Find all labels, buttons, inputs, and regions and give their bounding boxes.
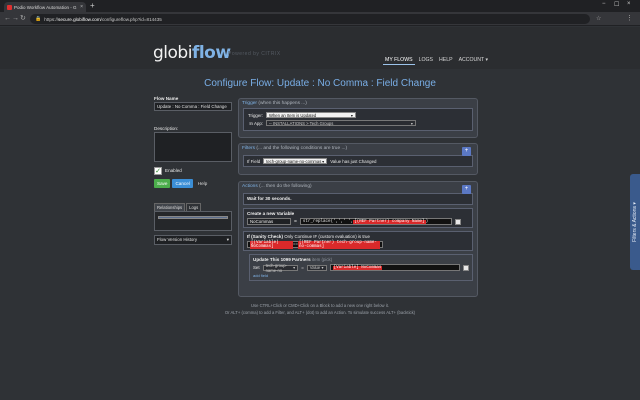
equals-sign: = (294, 218, 297, 225)
filters-heading: Filters (... and the following condition… (242, 146, 348, 151)
enabled-row: ✓ Enabled (154, 167, 234, 175)
filter-row: If Field tech-group-name-no-commas ▾ Valu… (243, 155, 473, 167)
forward-icon[interactable]: → (12, 15, 19, 23)
window-close-icon[interactable]: × (627, 1, 631, 7)
token-picker-icon[interactable] (463, 264, 469, 271)
logo-subtitle: Powered by CITRIX (228, 51, 281, 57)
add-action-button[interactable]: + (462, 185, 471, 194)
tab-title: Podio Workflow Automation - G (14, 4, 77, 10)
lock-icon: 🔒 (35, 16, 42, 22)
top-nav: MY FLOWS LOGS HELP ACCOUNT ▾ (383, 56, 490, 65)
update-item-title: Update This 1099 Partners item (pick) (253, 257, 333, 262)
trigger-row: Trigger: When an Item is Updated ▾ In App… (243, 108, 473, 131)
button-row: Save Cancel Help (154, 179, 234, 188)
variable-name-input[interactable]: NoCommas (247, 218, 291, 225)
add-field-link[interactable]: add field (253, 273, 469, 278)
equals-sign: = (301, 265, 304, 270)
set-label: Set (253, 265, 260, 270)
tab-logs[interactable]: Logs (186, 203, 202, 211)
in-app-select[interactable]: -- INSTALLATIONS > Tech Groups ▾ (266, 120, 416, 126)
chevron-down-icon: ▾ (322, 158, 325, 164)
url-text: https://secure.globiflow.com/configurefl… (44, 16, 162, 22)
variable-expression-input[interactable]: str_replace(',',' ', [(REF Partner) compa… (299, 218, 452, 225)
address-bar[interactable]: 🔒 https://secure.globiflow.com/configure… (30, 14, 590, 24)
chevron-down-icon: ▾ (350, 112, 353, 118)
nocommas-token: [Variable] NoCommas (332, 265, 383, 270)
trigger-select[interactable]: When an Item is Updated ▾ (266, 112, 356, 118)
chevron-down-icon: ▾ (293, 265, 296, 270)
flow-settings-column: Flow Name Update : No Comma : Field Chan… (154, 96, 234, 245)
sanity-check-action[interactable]: If (Sanity Check) Only Continue IF (cust… (243, 231, 473, 251)
filter-field-select[interactable]: tech-group-name-no-commas ▾ (263, 158, 328, 164)
in-app-label: In App: (249, 120, 263, 126)
update-value-input[interactable]: [Variable] NoCommas (329, 264, 461, 271)
side-tab-label: Filters & Actions ▾ (632, 202, 638, 242)
description-label: Description: (154, 126, 179, 131)
browser-toolbar: ← → ↻ 🔒 https://secure.globiflow.com/con… (0, 12, 640, 26)
footer-hint-line2: Or ALT+ (comma) to add a Filter, and ALT… (224, 310, 416, 315)
token-picker-icon[interactable] (454, 218, 461, 225)
save-button[interactable]: Save (154, 179, 171, 188)
variable-token: [(Variable) NoCommas] (250, 240, 293, 249)
flow-name-input[interactable]: Update : No Comma : Field Change (154, 102, 232, 111)
relationships-bar (158, 216, 228, 219)
reload-icon[interactable]: ↻ (20, 15, 26, 23)
nav-logs[interactable]: LOGS (417, 56, 435, 65)
footer-hint-line1: Use CTRL+Click or CMD+Click on a Block t… (250, 303, 389, 308)
browser-menu-icon[interactable]: ⋮ (626, 14, 633, 22)
trigger-heading: Trigger (when this happens ...) (242, 101, 307, 106)
tab-relationships[interactable]: Relationships (154, 203, 186, 211)
enabled-label: Enabled (165, 168, 182, 173)
update-mode-select[interactable]: Value ▾ (306, 264, 327, 271)
add-filter-button[interactable]: + (462, 147, 471, 156)
tab-close-icon[interactable]: × (80, 4, 83, 10)
actions-heading: Actions (... then do the following) (242, 184, 312, 189)
version-history-select[interactable]: Flow Version History ▾ (154, 235, 232, 245)
minimize-icon[interactable]: − (602, 1, 606, 7)
create-variable-title: Create a new Variable (247, 211, 295, 216)
globiflow-logo[interactable]: globiflow (153, 43, 231, 63)
if-field-label: If Field (247, 158, 261, 164)
browser-tab-bar: Podio Workflow Automation - G × + − ☐ × (0, 0, 640, 12)
site-favicon-icon (7, 4, 12, 10)
back-icon[interactable]: ← (4, 15, 11, 23)
browser-tab[interactable]: Podio Workflow Automation - G × (4, 2, 86, 12)
wait-action[interactable]: Wait for 30 seconds. (243, 193, 473, 205)
relationships-panel (154, 211, 232, 231)
nav-help[interactable]: HELP (437, 56, 455, 65)
new-tab-icon[interactable]: + (90, 2, 95, 10)
wait-text: Wait for 30 seconds. (247, 196, 292, 201)
cancel-button[interactable]: Cancel (172, 179, 193, 188)
bookmark-star-icon[interactable]: ☆ (596, 15, 601, 22)
trigger-panel: Trigger (when this happens ...) Trigger:… (238, 98, 478, 138)
condition-expression-input[interactable]: [(Variable) NoCommas] == [(REF Partner) te… (247, 240, 383, 249)
nav-my-flows[interactable]: MY FLOWS (383, 56, 415, 65)
version-history-value: Flow Version History (157, 237, 198, 242)
filters-actions-side-tab[interactable]: Filters & Actions ▾ (630, 174, 640, 270)
group-name-token: [(REF Partner) tech-group-name-no-commas… (298, 240, 380, 249)
update-item-action[interactable]: Update This 1099 Partners item (pick) Se… (249, 254, 473, 281)
filter-condition: Value has just Changed (330, 158, 377, 164)
trigger-label: Trigger: (248, 112, 263, 118)
left-tabs: Relationships Logs (154, 203, 234, 211)
description-textarea[interactable] (154, 132, 232, 162)
update-field-select[interactable]: tech-group-name-no ▾ (262, 263, 299, 273)
help-button[interactable]: Help (195, 179, 210, 188)
nav-account[interactable]: ACCOUNT ▾ (457, 56, 491, 65)
create-variable-action[interactable]: Create a new Variable NoCommas = str_rep… (243, 208, 473, 228)
chevron-down-icon: ▾ (321, 265, 324, 270)
flow-name-label: Flow Name (154, 96, 179, 101)
chevron-down-icon: ▾ (226, 237, 229, 242)
filters-panel: Filters (... and the following condition… (238, 143, 478, 175)
enabled-checkbox[interactable]: ✓ (154, 167, 162, 175)
company-name-token: [(REF Partner) company Name] (353, 219, 426, 224)
page-title: Configure Flow: Update : No Comma : Fiel… (204, 78, 436, 89)
chevron-down-icon: ▾ (410, 120, 413, 126)
site-header: globiflow Powered by CITRIX MY FLOWS LOG… (0, 27, 640, 69)
actions-panel: Actions (... then do the following) + Wa… (238, 181, 478, 297)
sanity-check-title: If (Sanity Check) Only Continue IF (cust… (247, 234, 370, 239)
maximize-icon[interactable]: ☐ (614, 1, 619, 8)
